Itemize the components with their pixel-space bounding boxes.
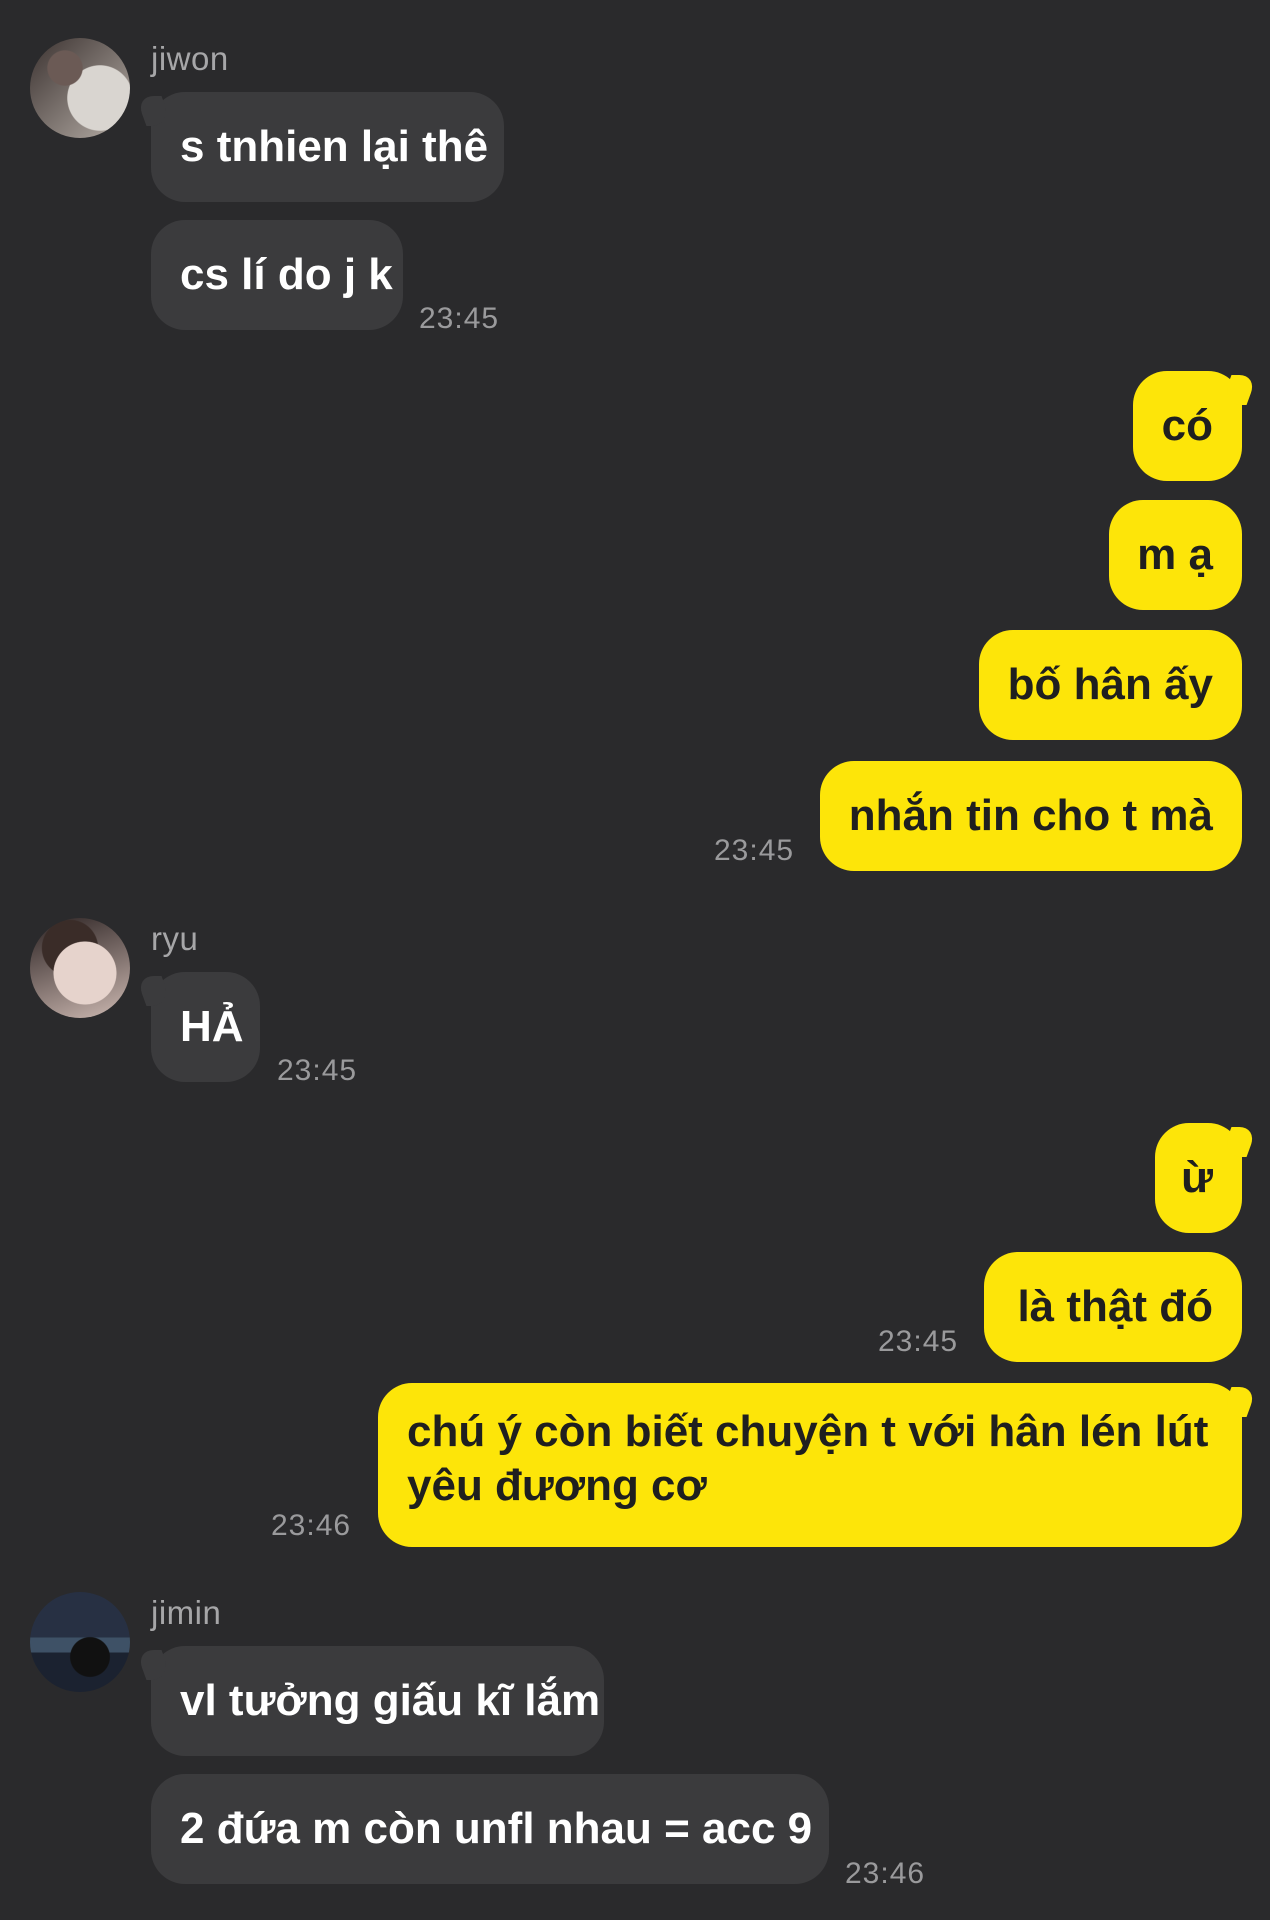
- outgoing-message[interactable]: chú ý còn biết chuyện t với hân lén lút …: [378, 1383, 1242, 1547]
- outgoing-message[interactable]: m ạ: [1109, 500, 1242, 610]
- outgoing-message[interactable]: là thật đó: [984, 1252, 1242, 1362]
- message-timestamp: 23:45: [419, 302, 500, 335]
- sender-name: jimin: [151, 1594, 222, 1631]
- message-timestamp: 23:45: [878, 1325, 959, 1358]
- outgoing-message[interactable]: nhắn tin cho t mà: [820, 761, 1242, 871]
- incoming-message[interactable]: cs lí do j k: [151, 220, 403, 330]
- avatar-jiwon[interactable]: [30, 38, 130, 138]
- incoming-message[interactable]: 2 đứa m còn unfl nhau = acc 9: [151, 1774, 829, 1884]
- message-timestamp: 23:46: [845, 1857, 926, 1890]
- message-timestamp: 23:45: [277, 1054, 358, 1087]
- incoming-message[interactable]: HẢ: [151, 972, 260, 1082]
- sender-name: jiwon: [151, 40, 229, 77]
- avatar-ryu[interactable]: [30, 918, 130, 1018]
- avatar-jimin[interactable]: [30, 1592, 130, 1692]
- incoming-message[interactable]: s tnhien lại thê: [151, 92, 504, 202]
- outgoing-message[interactable]: có: [1133, 371, 1242, 481]
- sender-name: ryu: [151, 920, 199, 957]
- message-timestamp: 23:46: [271, 1509, 352, 1542]
- outgoing-message[interactable]: ừ: [1155, 1123, 1242, 1233]
- message-timestamp: 23:45: [714, 834, 795, 867]
- outgoing-message[interactable]: bố hân ấy: [979, 630, 1242, 740]
- incoming-message[interactable]: vl tưởng giấu kĩ lắm: [151, 1646, 604, 1756]
